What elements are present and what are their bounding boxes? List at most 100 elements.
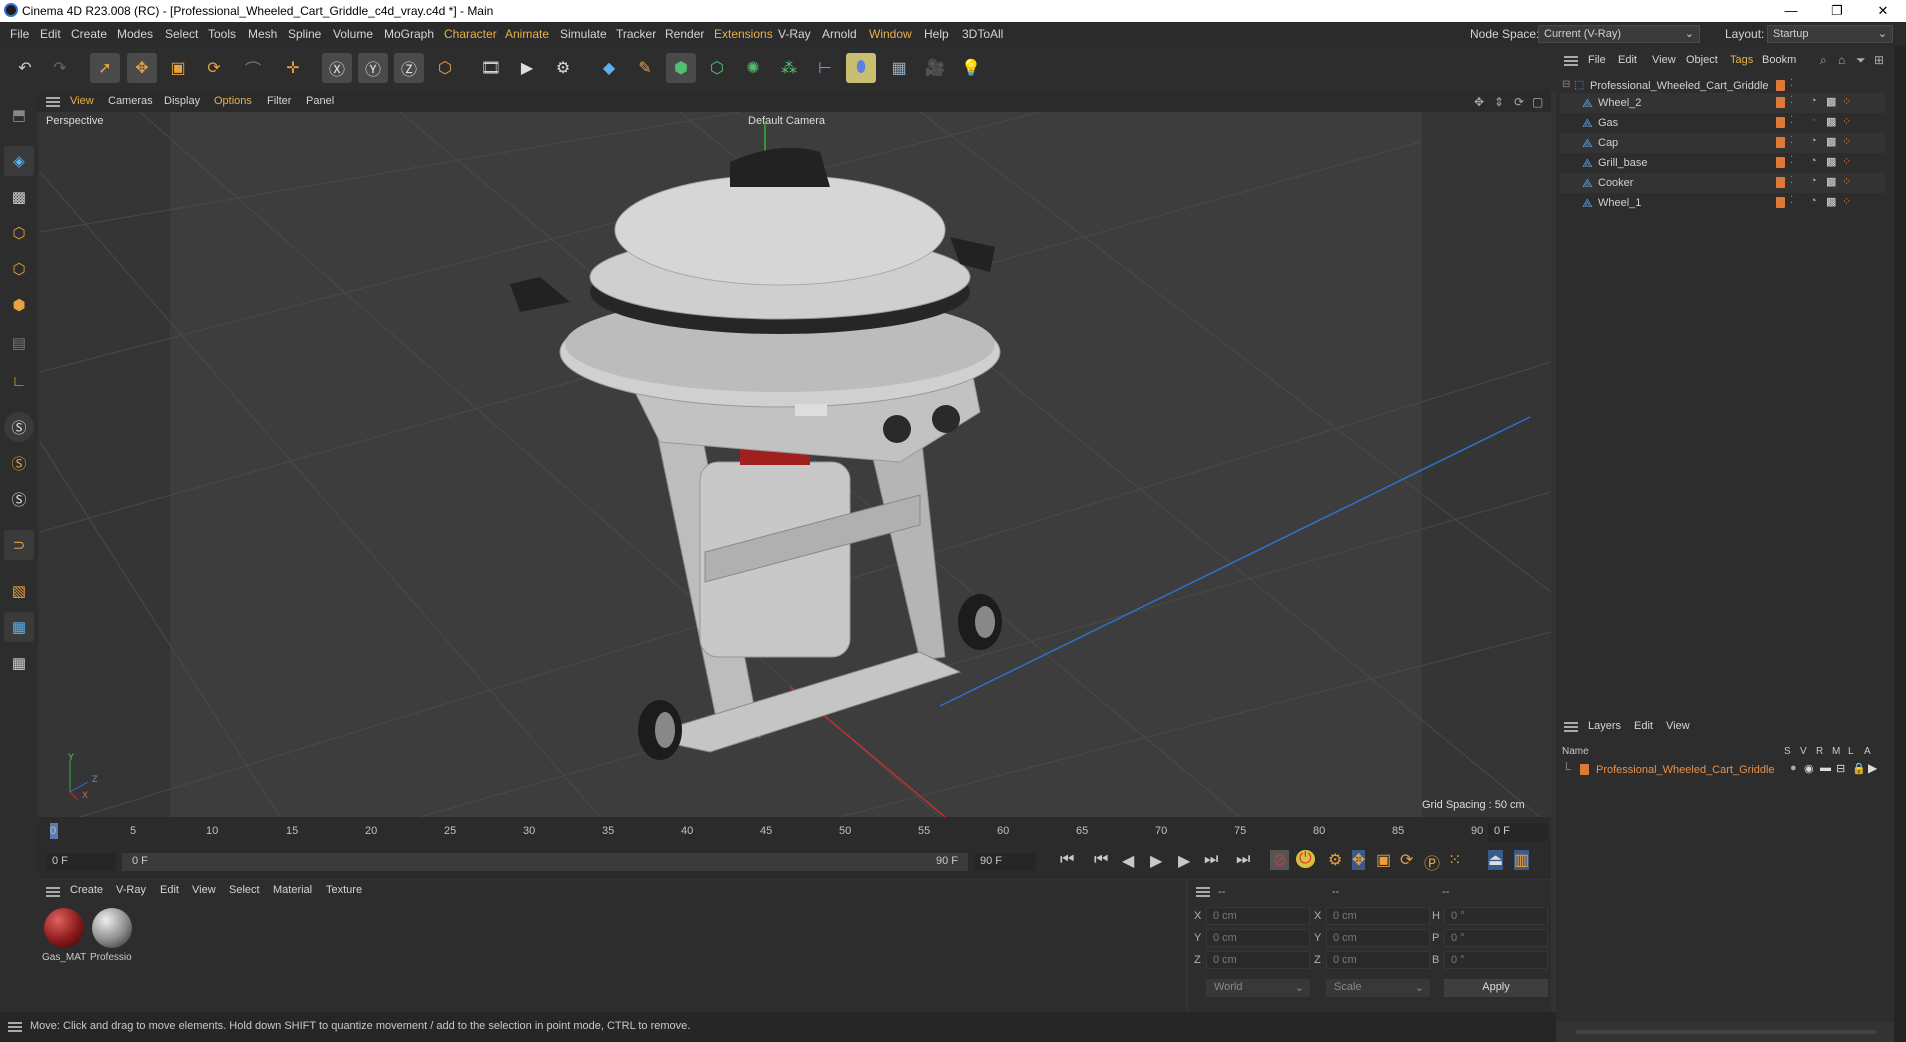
render-icon[interactable]: ▬	[1820, 762, 1831, 774]
menu-animate[interactable]: Animate	[505, 27, 549, 41]
visibility-dots-icon[interactable]: ⁚	[1790, 175, 1793, 186]
layer-color-swatch[interactable]	[1776, 157, 1785, 168]
layout-dropdown[interactable]: Startup ⌄	[1767, 25, 1893, 43]
field-icon[interactable]: ⬮	[846, 53, 876, 83]
polygons-mode-icon[interactable]: ⬢	[4, 290, 34, 320]
z-axis-icon[interactable]: Ⓩ	[394, 53, 424, 83]
array-icon[interactable]: ⁂	[774, 53, 804, 83]
search-icon[interactable]: ⌕	[1820, 53, 1827, 68]
visibility-dots-icon[interactable]: ⁚	[1790, 78, 1793, 89]
pen-spline-icon[interactable]: ✎	[630, 53, 660, 83]
texture-mode-icon[interactable]: ▩	[4, 182, 34, 212]
menu-volume[interactable]: Volume	[333, 27, 373, 41]
next-frame-icon[interactable]: ▶	[1178, 851, 1190, 871]
vp-menu-display[interactable]: Display	[164, 95, 200, 107]
record-icon[interactable]: ⊘	[1270, 850, 1290, 870]
menu-mograph[interactable]: MoGraph	[384, 27, 434, 41]
material-menu-icon[interactable]	[46, 887, 60, 897]
minimize-button[interactable]: —	[1768, 0, 1814, 22]
layer-scrollbar[interactable]	[1576, 1030, 1876, 1034]
scale-tool-icon[interactable]: ▣	[163, 53, 193, 83]
menu-modes[interactable]: Modes	[117, 27, 153, 41]
phong-tag-icon[interactable]: ◔	[1810, 195, 1817, 207]
obj-menu-file[interactable]: File	[1588, 54, 1606, 66]
end-frame-field[interactable]: 90 F	[974, 853, 1036, 871]
pos-y-field[interactable]: 0 cm	[1206, 929, 1310, 947]
phong-tag-icon[interactable]: ◔	[1810, 175, 1817, 187]
viewport-menu-icon[interactable]	[46, 97, 60, 107]
solo-hierarchy-icon[interactable]: Ⓢ	[4, 484, 34, 514]
layer-color-swatch[interactable]	[1776, 197, 1785, 208]
menu-vray[interactable]: V-Ray	[778, 27, 811, 41]
viewport-rotate-icon[interactable]: ⟳	[1514, 95, 1524, 109]
solo-off-icon[interactable]: Ⓢ	[4, 412, 34, 442]
keyframe-selection-icon[interactable]: ⚙	[1328, 850, 1342, 870]
mat-menu-create[interactable]: Create	[70, 884, 103, 896]
material-tag-icon[interactable]: ▩	[1826, 195, 1836, 208]
visibility-dots-icon[interactable]: ⁚	[1790, 155, 1793, 166]
light-icon[interactable]: 💡	[956, 53, 986, 83]
texture-tag-icon[interactable]: ⁘	[1842, 155, 1851, 168]
texture-tag-icon[interactable]: ⁘	[1842, 95, 1851, 108]
texture-tag-icon[interactable]: ⁘	[1842, 135, 1851, 148]
animation-icon[interactable]: ▶	[1868, 761, 1877, 775]
viewport-zoom-icon[interactable]: ⇕	[1494, 95, 1504, 109]
layer-menu-edit[interactable]: Edit	[1634, 720, 1653, 732]
floor-icon[interactable]: ▦	[884, 53, 914, 83]
viewport-maximize-icon[interactable]: ▢	[1532, 95, 1543, 109]
vp-menu-filter[interactable]: Filter	[267, 95, 291, 107]
visibility-dots-icon[interactable]: ⁚	[1790, 195, 1793, 206]
key-pla-icon[interactable]: ⁙	[1448, 850, 1461, 870]
menu-extensions[interactable]: Extensions	[714, 27, 773, 41]
layer-row[interactable]: └ Professional_Wheeled_Cart_Griddle ● ◉ …	[1560, 760, 1886, 780]
current-frame-field[interactable]: 0 F	[1488, 823, 1548, 841]
render-settings-icon[interactable]: ⚙	[548, 53, 578, 83]
node-space-dropdown[interactable]: Current (V-Ray) ⌄	[1538, 25, 1700, 43]
redo-icon[interactable]: ↷	[45, 53, 75, 83]
go-to-end-icon[interactable]: ⏭	[1236, 851, 1250, 869]
close-button[interactable]: ✕	[1860, 0, 1906, 22]
rot-b-field[interactable]: 0 °	[1444, 951, 1548, 969]
start-frame-field[interactable]: 0 F	[46, 853, 116, 871]
new-window-icon[interactable]: ⊞	[1874, 53, 1884, 67]
phong-tag-icon[interactable]: ◔	[1810, 155, 1817, 167]
snap-icon[interactable]: ⊃	[4, 530, 34, 560]
camera-icon[interactable]: 🎥	[920, 53, 950, 83]
mat-menu-select[interactable]: Select	[229, 884, 260, 896]
layer-menu-icon[interactable]	[1564, 722, 1578, 732]
key-position-icon[interactable]: ✥	[1352, 850, 1366, 870]
mat-menu-texture[interactable]: Texture	[326, 884, 362, 896]
rot-p-field[interactable]: 0 °	[1444, 929, 1548, 947]
visibility-dots-icon[interactable]: ⁚	[1790, 115, 1793, 126]
coordinate-mode-dropdown[interactable]: World ⌄	[1206, 979, 1310, 997]
edges-mode-icon[interactable]: ⬡	[4, 254, 34, 284]
mograph-cloner-icon[interactable]: ✺	[738, 53, 768, 83]
object-row[interactable]: ⟁ Wheel_2 ⁚ ◔ ▩ ⁘	[1560, 93, 1886, 113]
mat-menu-edit[interactable]: Edit	[160, 884, 179, 896]
next-key-icon[interactable]: ⏭	[1204, 851, 1218, 869]
transform-tool-icon[interactable]: ✛	[278, 53, 308, 83]
menu-render[interactable]: Render	[665, 27, 704, 41]
menu-tools[interactable]: Tools	[208, 27, 236, 41]
material-tag-icon[interactable]: ▩	[1826, 115, 1836, 128]
material-tag-icon[interactable]: ▩	[1826, 135, 1836, 148]
obj-menu-object[interactable]: Object	[1686, 54, 1718, 66]
grid-snap-icon[interactable]: ▦	[4, 612, 34, 642]
menu-arnold[interactable]: Arnold	[822, 27, 857, 41]
solo-single-icon[interactable]: Ⓢ	[4, 448, 34, 478]
material-tag-icon[interactable]: ▩	[1826, 155, 1836, 168]
undo-icon[interactable]: ↶	[10, 53, 40, 83]
viewport-move-icon[interactable]: ✥	[1474, 95, 1484, 109]
size-mode-dropdown[interactable]: Scale ⌄	[1326, 979, 1430, 997]
rotate-tool-icon[interactable]: ⟳	[199, 53, 229, 83]
menu-help[interactable]: Help	[924, 27, 949, 41]
menu-window[interactable]: Window	[869, 27, 912, 41]
obj-menu-bookmarks[interactable]: Bookm	[1762, 54, 1796, 66]
size-y-field[interactable]: 0 cm	[1326, 929, 1430, 947]
menu-select[interactable]: Select	[165, 27, 198, 41]
rot-h-field[interactable]: 0 °	[1444, 907, 1548, 925]
points-mode-icon[interactable]: ⬡	[4, 218, 34, 248]
frame-range-slider[interactable]: 0 F 90 F	[122, 853, 968, 871]
menu-character[interactable]: Character	[444, 27, 497, 41]
model-mode-icon[interactable]: ◈	[4, 146, 34, 176]
